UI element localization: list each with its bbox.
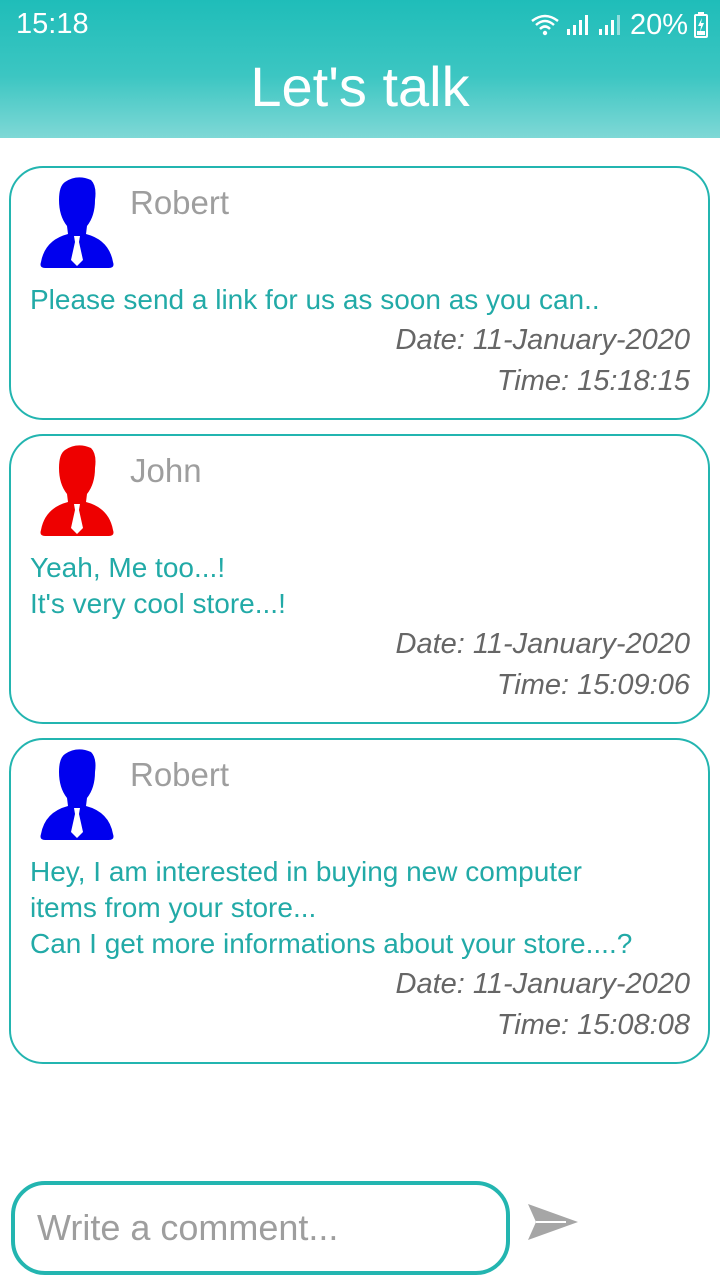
message-date: Date: 11-January-2020 [395, 628, 690, 660]
send-icon [528, 1204, 578, 1240]
user-avatar-icon [40, 445, 114, 536]
sender-name: John [130, 452, 202, 489]
wifi-icon [531, 14, 559, 36]
signal-icon [598, 15, 620, 35]
message-text: Please send a link for us as soon as you… [30, 284, 600, 315]
message-card: John Yeah, Me too...! It's very cool sto… [9, 434, 710, 724]
message-meta: Date: 11-January-2020 Time: 15:08:08 [396, 964, 690, 1046]
battery-level: 20% [629, 8, 688, 41]
message-date: Date: 11-January-2020 [395, 324, 690, 356]
battery-icon [694, 12, 708, 38]
app-header: 15:18 20% Let's talk [0, 0, 720, 138]
send-button[interactable] [526, 1198, 582, 1246]
message-text: Yeah, Me too...! It's very cool store...… [30, 552, 286, 619]
sender-name: Robert [130, 184, 230, 221]
message-time: Time: 15:09:06 [496, 669, 690, 701]
user-avatar-icon [40, 177, 114, 268]
message-time: Time: 15:08:08 [496, 1009, 690, 1041]
comment-input[interactable] [11, 1181, 510, 1275]
message-time: Time: 15:18:15 [496, 365, 690, 397]
status-time: 15:18 [16, 8, 89, 40]
message-meta: Date: 11-January-2020 Time: 15:18:15 [396, 320, 690, 402]
status-icons: 20% [530, 8, 708, 42]
page-title: Let's talk [250, 55, 470, 118]
message-card: Robert Please send a link for us as soon… [9, 166, 710, 420]
message-text: Hey, I am interested in buying new compu… [30, 856, 633, 959]
user-avatar-icon [40, 749, 114, 840]
message-card: Robert Hey, I am interested in buying ne… [9, 738, 710, 1064]
signal-icon [566, 15, 588, 35]
sender-name: Robert [130, 756, 230, 793]
message-date: Date: 11-January-2020 [395, 968, 690, 1000]
message-meta: Date: 11-January-2020 Time: 15:09:06 [396, 624, 690, 706]
